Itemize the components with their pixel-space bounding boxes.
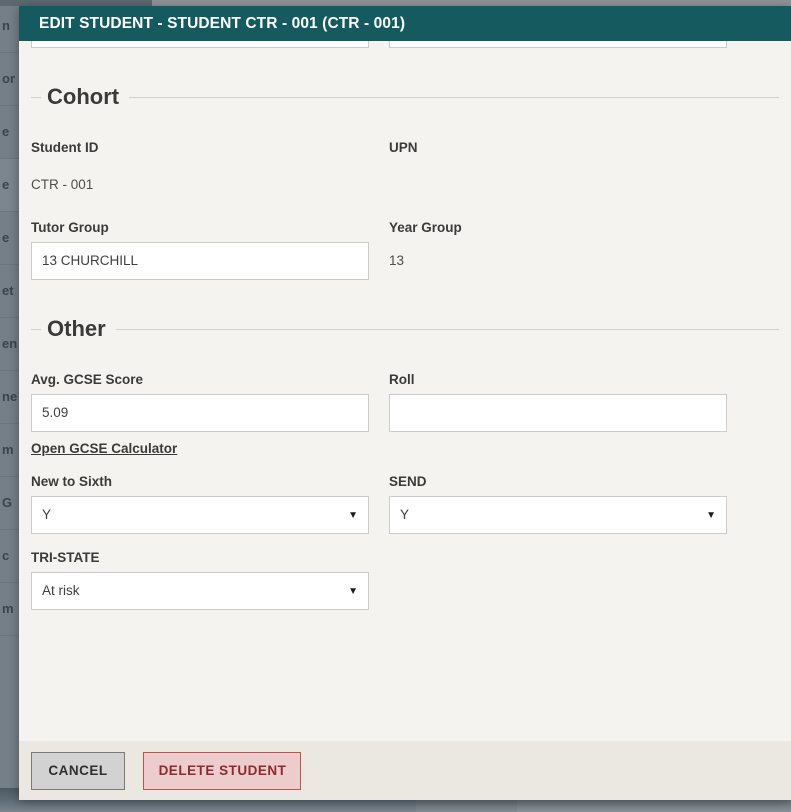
student-id-value: CTR - 001: [31, 177, 94, 192]
field-year-group: Year Group 13: [389, 220, 727, 280]
tutor-group-value: 13 CHURCHILL: [42, 253, 139, 268]
delete-student-button[interactable]: DELETE STUDENT: [143, 752, 302, 790]
form-row-ids: Student ID CTR - 001 UPN: [31, 140, 779, 194]
avg-gcse-score-label: Avg. GCSE Score: [31, 372, 144, 387]
field-send: SEND Y ▼: [389, 474, 727, 534]
field-student-id: Student ID CTR - 001: [31, 140, 369, 194]
cancel-button[interactable]: CANCEL: [31, 752, 125, 790]
field-tri-state-spacer: [389, 550, 727, 610]
avg-gcse-score-input[interactable]: 5.09: [31, 394, 369, 432]
modal-title-bar: EDIT STUDENT - STUDENT CTR - 001 (CTR - …: [19, 6, 791, 41]
other-legend: Other: [31, 316, 779, 342]
send-select[interactable]: Y ▼: [389, 496, 727, 534]
send-label: SEND: [389, 474, 427, 489]
legend-rule: [115, 328, 779, 330]
other-section: Other Avg. GCSE Score 5.09 Open GCSE Cal…: [31, 316, 779, 610]
legend-rule: [129, 96, 779, 98]
field-roll: Roll: [389, 372, 727, 458]
year-group-value: 13: [389, 253, 405, 268]
tri-state-select[interactable]: At risk ▼: [31, 572, 369, 610]
new-to-sixth-label: New to Sixth: [31, 474, 113, 489]
chevron-down-icon: ▼: [706, 510, 716, 521]
upn-label: UPN: [389, 140, 418, 155]
open-gcse-calculator-link[interactable]: Open GCSE Calculator: [31, 440, 177, 458]
field-upn: UPN: [389, 140, 727, 194]
tutor-group-input[interactable]: 13 CHURCHILL: [31, 242, 369, 280]
cohort-section: Cohort Student ID CTR - 001 UPN Tutor Gr…: [31, 84, 779, 280]
send-selected-value: Y: [400, 507, 410, 522]
field-tutor-group: Tutor Group 13 CHURCHILL: [31, 220, 369, 280]
chevron-down-icon: ▼: [348, 510, 358, 521]
modal-scroll-body[interactable]: Ethnicity 40 - Pakistani ▼ Disadvantage …: [19, 6, 791, 741]
roll-input[interactable]: [389, 394, 727, 432]
form-row-sixth-send: New to Sixth Y ▼ SEND Y ▼: [31, 474, 779, 534]
legend-dash: [31, 328, 41, 330]
edit-student-modal: Ethnicity 40 - Pakistani ▼ Disadvantage …: [19, 6, 791, 800]
cohort-legend-label: Cohort: [47, 84, 120, 109]
field-new-to-sixth: New to Sixth Y ▼: [31, 474, 369, 534]
tri-state-selected-value: At risk: [42, 583, 80, 598]
chevron-down-icon: ▼: [348, 586, 358, 597]
form-row-gcse: Avg. GCSE Score 5.09 Open GCSE Calculato…: [31, 372, 779, 458]
field-avg-gcse-score: Avg. GCSE Score 5.09 Open GCSE Calculato…: [31, 372, 369, 458]
student-id-label: Student ID: [31, 140, 99, 155]
upn-value: [389, 174, 727, 194]
tutor-group-label: Tutor Group: [31, 220, 109, 235]
new-to-sixth-selected-value: Y: [42, 507, 52, 522]
form-row-tristate: TRI-STATE At risk ▼: [31, 550, 779, 610]
screen: n or e e e et en ne m G c m Ethnicity: [0, 0, 791, 812]
new-to-sixth-select[interactable]: Y ▼: [31, 496, 369, 534]
other-legend-label: Other: [47, 316, 106, 341]
legend-dash: [31, 96, 41, 98]
form-row-groups: Tutor Group 13 CHURCHILL Year Group 13: [31, 220, 779, 280]
modal-footer: CANCEL DELETE STUDENT: [19, 741, 791, 800]
year-group-label: Year Group: [389, 220, 462, 235]
avg-gcse-score-value: 5.09: [42, 405, 69, 420]
roll-label: Roll: [389, 372, 415, 387]
tri-state-label: TRI-STATE: [31, 550, 100, 565]
field-tri-state: TRI-STATE At risk ▼: [31, 550, 369, 610]
cohort-legend: Cohort: [31, 84, 779, 110]
